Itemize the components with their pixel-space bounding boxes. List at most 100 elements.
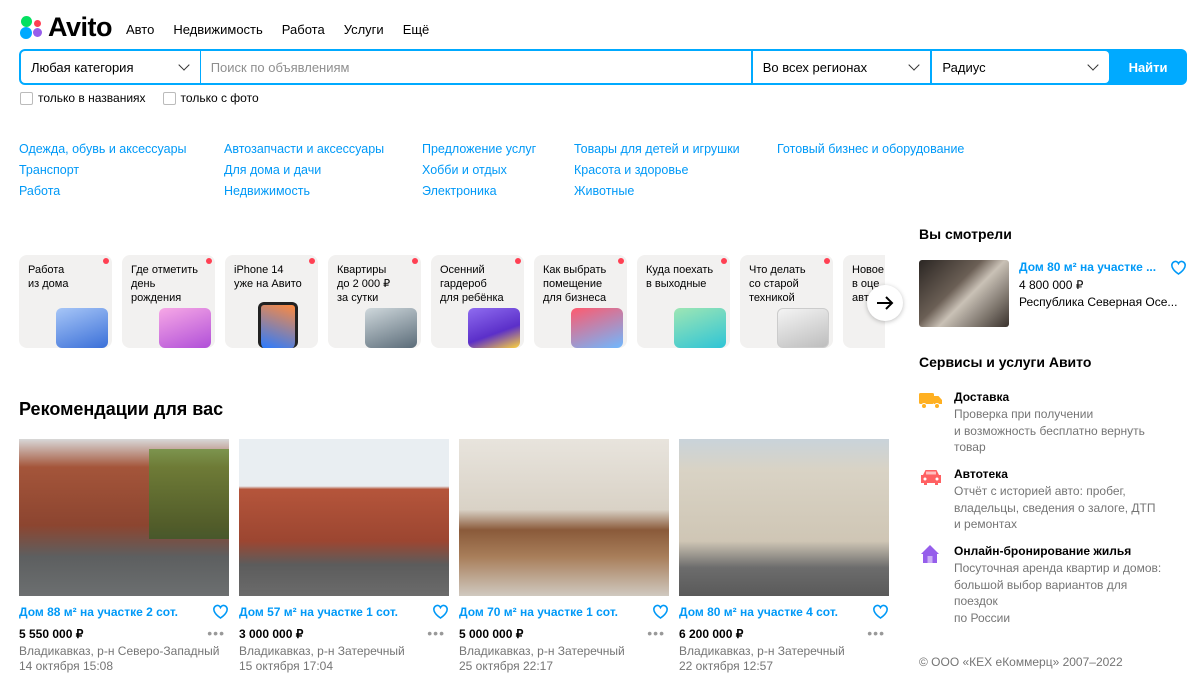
listing-card[interactable]: Дом 88 м² на участке 2 сот. 5 550 000 ₽ … (19, 439, 229, 674)
new-badge (309, 258, 315, 264)
story-line: помещение (543, 278, 603, 290)
region-select[interactable]: Во всех регионах (752, 51, 931, 83)
listing-title[interactable]: Дом 80 м² на участке 4 сот. (679, 605, 889, 619)
search-bar: Любая категория Во всех регионах Радиус … (19, 49, 1187, 85)
listing-card[interactable]: Дом 70 м² на участке 1 сот. 5 000 000 ₽ … (459, 439, 669, 674)
copyright: © ООО «КЕХ еКоммерц» 2007–2022 (919, 655, 1123, 669)
service-desc-line: большой выбор вариантов для поездок (954, 577, 1128, 609)
listing-title[interactable]: Дом 57 м² на участке 1 сот. (239, 605, 449, 619)
story-line: техникой (749, 292, 795, 304)
category-link[interactable]: Автозапчасти и аксессуары (224, 141, 422, 157)
category-link[interactable]: Работа (19, 183, 224, 199)
listing-price: 5 000 000 ₽ (459, 627, 524, 641)
nav-realty[interactable]: Недвижимость (173, 22, 262, 37)
category-link[interactable]: Хобби и отдых (422, 162, 574, 178)
favorite-heart-icon[interactable] (1170, 260, 1187, 275)
category-link[interactable]: Одежда, обувь и аксессуары (19, 141, 224, 157)
story-card[interactable]: Где отметить день рождения (122, 255, 215, 348)
listing-photo[interactable] (19, 439, 229, 596)
chevron-down-icon (1087, 59, 1099, 71)
story-line: день (131, 278, 156, 290)
category-link[interactable]: Для дома и дачи (224, 162, 422, 178)
more-options-icon[interactable]: ••• (647, 625, 665, 641)
more-options-icon[interactable]: ••• (207, 625, 225, 641)
new-badge (721, 258, 727, 264)
category-link[interactable]: Товары для детей и игрушки (574, 141, 777, 157)
nav-more[interactable]: Ещё (403, 22, 430, 37)
story-card[interactable]: iPhone 14 уже на Авито (225, 255, 318, 348)
category-link[interactable]: Готовый бизнес и оборудование (777, 141, 964, 157)
story-line: Работа (28, 264, 65, 276)
story-card[interactable]: Куда поехать в выходные (637, 255, 730, 348)
story-line: со старой (749, 278, 799, 290)
more-options-icon[interactable]: ••• (427, 625, 445, 641)
nav-services[interactable]: Услуги (344, 22, 384, 37)
story-line: для ребёнка (440, 292, 504, 304)
service-name[interactable]: Доставка (954, 390, 1145, 404)
with-photo-checkbox[interactable]: только с фото (162, 91, 259, 105)
service-desc-line: товар (954, 440, 986, 454)
story-line: для бизнеса (543, 292, 607, 304)
story-line: из дома (28, 278, 69, 290)
listing-photo[interactable] (459, 439, 669, 596)
story-card[interactable]: Что делать со старой техникой (740, 255, 833, 348)
favorite-heart-icon[interactable] (212, 604, 229, 619)
service-booking[interactable]: Онлайн-бронирование жилья Посуточная аре… (919, 544, 1169, 626)
map-pin-icon (674, 308, 726, 348)
listing-title[interactable]: Дом 70 м² на участке 1 сот. (459, 605, 669, 619)
service-desc-line: и возможность бесплатно вернуть (954, 423, 1145, 438)
service-autoteka[interactable]: Автотека Отчёт с историей авто: пробег, … (919, 467, 1169, 533)
listing-photo[interactable] (239, 439, 449, 596)
story-card[interactable]: Работа из дома (19, 255, 112, 348)
category-link[interactable]: Транспорт (19, 162, 224, 178)
category-link[interactable]: Животные (574, 183, 777, 199)
category-links: Одежда, обувь и аксессуары Транспорт Раб… (19, 141, 964, 199)
new-badge (206, 258, 212, 264)
story-card[interactable]: Осенний гардероб для ребёнка (431, 255, 524, 348)
chevron-down-icon (178, 59, 190, 71)
favorite-heart-icon[interactable] (432, 604, 449, 619)
listing-price: 3 000 000 ₽ (239, 627, 304, 641)
listing-title[interactable]: Дом 88 м² на участке 2 сот. (19, 605, 229, 619)
search-button[interactable]: Найти (1111, 51, 1185, 83)
viewed-item[interactable]: Дом 80 м² на участке ... 4 800 000 ₽ Рес… (919, 260, 1187, 327)
more-options-icon[interactable]: ••• (867, 625, 885, 641)
checkbox-box[interactable] (162, 91, 176, 105)
service-delivery[interactable]: Доставка Проверка при получении и возмож… (919, 390, 1169, 456)
story-line: гардероб (440, 278, 487, 290)
viewed-item-photo[interactable] (919, 260, 1009, 327)
shop-question-icon (571, 308, 623, 348)
category-column: Автозапчасти и аксессуары Для дома и дач… (224, 141, 422, 199)
viewed-item-title[interactable]: Дом 80 м² на участке ... (1019, 260, 1187, 274)
favorite-heart-icon[interactable] (652, 604, 669, 619)
story-card[interactable]: Квартиры до 2 000 ₽ за сутки (328, 255, 421, 348)
category-column: Предложение услуг Хобби и отдых Электрон… (422, 141, 574, 199)
story-line: Квартиры (337, 264, 387, 276)
titles-only-checkbox[interactable]: только в названиях (20, 91, 146, 105)
story-card[interactable]: Как выбрать помещение для бизнеса (534, 255, 627, 348)
search-input[interactable] (210, 59, 741, 75)
service-name[interactable]: Онлайн-бронирование жилья (954, 544, 1169, 558)
nav-jobs[interactable]: Работа (282, 22, 325, 37)
checkbox-box[interactable] (20, 91, 33, 105)
chevron-down-icon (908, 59, 921, 71)
favorite-heart-icon[interactable] (872, 604, 889, 619)
service-description: Проверка при получении и возможность бес… (954, 406, 1145, 456)
search-field[interactable] (200, 51, 751, 83)
radius-select[interactable]: Радиус (932, 51, 1110, 83)
new-badge (103, 258, 109, 264)
avito-logo[interactable]: Avito (19, 12, 113, 43)
listing-photo[interactable] (679, 439, 889, 596)
category-link[interactable]: Недвижимость (224, 183, 422, 199)
category-link[interactable]: Электроника (422, 183, 574, 199)
listing-card[interactable]: Дом 80 м² на участке 4 сот. 6 200 000 ₽ … (679, 439, 889, 674)
listing-card[interactable]: Дом 57 м² на участке 1 сот. 3 000 000 ₽ … (239, 439, 449, 674)
listing-date: 14 октября 15:08 (19, 659, 114, 673)
category-link[interactable]: Красота и здоровье (574, 162, 777, 178)
service-name[interactable]: Автотека (954, 467, 1156, 481)
category-select[interactable]: Любая категория (21, 51, 200, 83)
nav-auto[interactable]: Авто (126, 22, 154, 37)
washing-machine-icon (777, 308, 829, 348)
category-link[interactable]: Предложение услуг (422, 141, 574, 157)
carousel-next-button[interactable] (867, 285, 903, 321)
